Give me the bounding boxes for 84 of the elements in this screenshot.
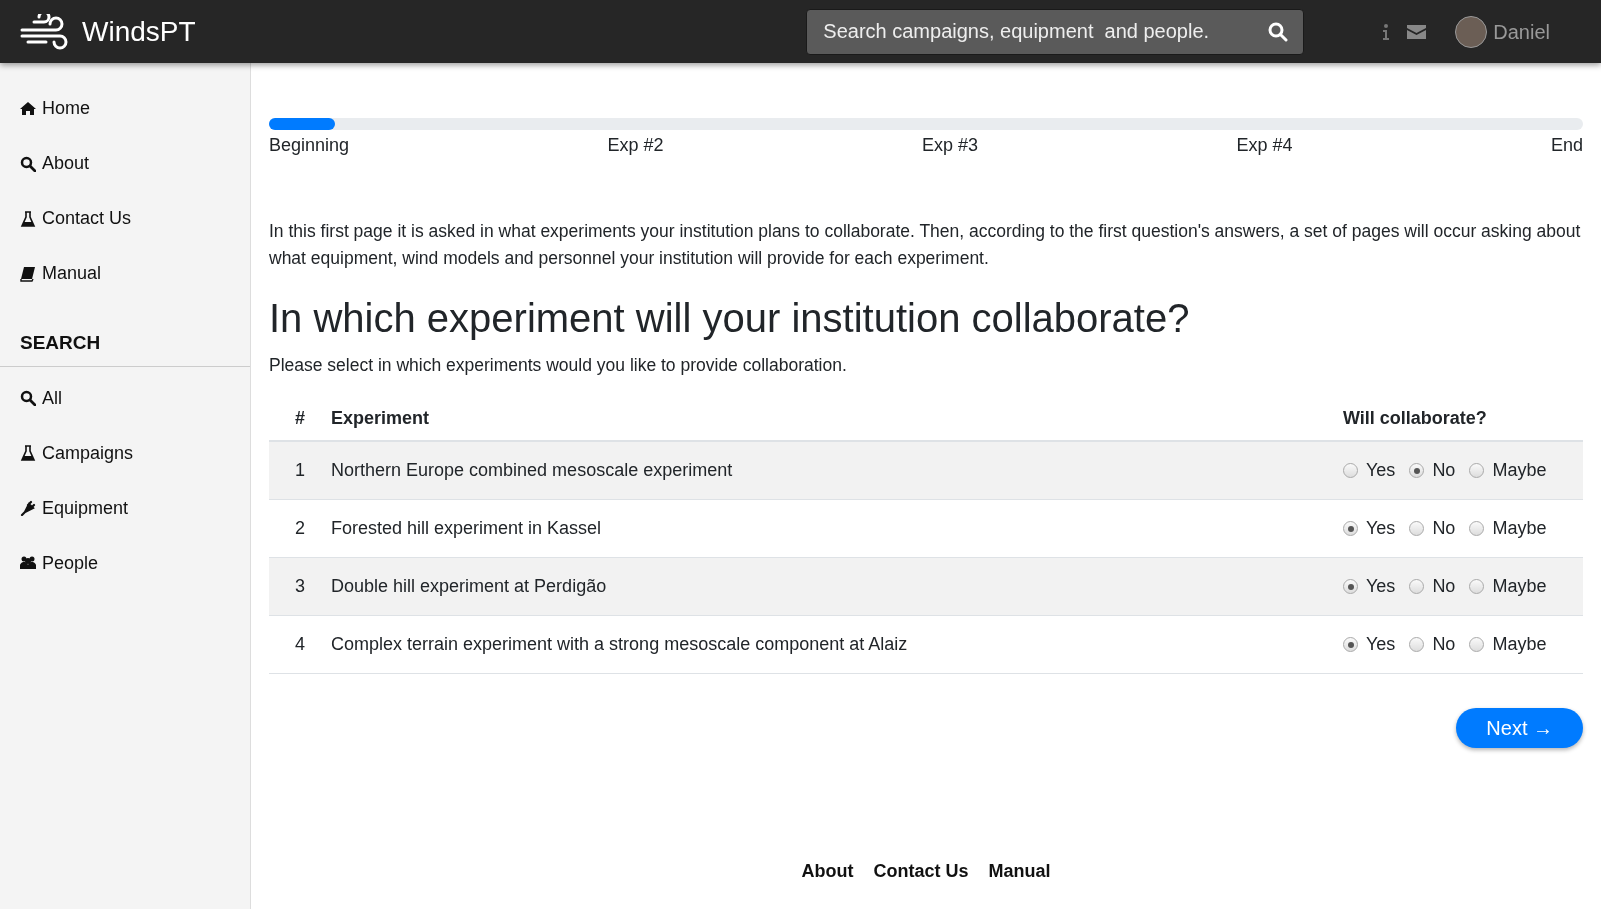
radio-button[interactable] (1469, 637, 1485, 653)
next-button[interactable]: Next → (1456, 708, 1583, 749)
info-icon[interactable] (1383, 23, 1390, 40)
radio-option[interactable]: Maybe (1469, 457, 1547, 485)
radio-option[interactable]: Maybe (1469, 573, 1547, 601)
people-icon (20, 555, 36, 571)
avatar[interactable] (1455, 15, 1488, 48)
footer-link[interactable]: Contact Us (873, 858, 969, 885)
radio-option[interactable]: No (1409, 573, 1456, 601)
table-cell-text: Forested hill experiment in Kassel (331, 517, 603, 541)
table-cell-text: Complex terrain experiment with a strong mesoscale component at Alaiz (331, 633, 909, 657)
instruction-text: Please select in which experiments would you like to provide collaboration. (269, 354, 848, 377)
radio-button[interactable] (1343, 637, 1358, 653)
table-cell-text: 2 (294, 517, 306, 541)
page-heading: In which experiment will your institution collaborate? (269, 295, 1191, 342)
sidebar-item[interactable]: All (0, 370, 250, 426)
sidebar-item[interactable]: Equipment (0, 480, 250, 536)
radio-button[interactable] (1409, 579, 1425, 595)
flask-icon (20, 445, 36, 461)
column-header: Will collaborate? (1343, 406, 1488, 430)
radio-label: Maybe (1492, 459, 1547, 483)
footer-link[interactable]: Manual (988, 858, 1051, 885)
search-field[interactable]: Search campaigns, equipment and people. (806, 8, 1305, 55)
radio-label: Yes (1366, 633, 1396, 657)
radio-option[interactable]: Maybe (1469, 515, 1547, 543)
book-icon (20, 265, 36, 282)
sidebar-item[interactable]: Manual (0, 246, 250, 301)
sidebar-item[interactable]: About (0, 136, 250, 191)
brand-name[interactable]: WindsPT (82, 10, 196, 53)
radio-label: No (1432, 575, 1456, 599)
radio-option[interactable]: Yes (1343, 457, 1396, 485)
column-header: # (294, 406, 306, 430)
home-icon (20, 100, 36, 117)
progress-step-label: Beginning (269, 134, 350, 157)
radio-option[interactable]: No (1409, 457, 1456, 485)
footer-link[interactable]: About (801, 858, 854, 885)
search-icon (20, 390, 36, 406)
radio-label: No (1432, 633, 1456, 657)
radio-button[interactable] (1469, 521, 1485, 537)
intro-paragraph: In this first page it is asked in what experiments your institution plans to collaborate. Then, according to the first question's answers, a set of pages will occur asking about what equipment, wind models and personnel your institution will provide for each experiment. (269, 220, 1582, 270)
radio-label: Yes (1366, 517, 1396, 541)
radio-option[interactable]: Yes (1343, 515, 1396, 543)
table-cell-text: 1 (294, 459, 306, 483)
sidebar-item[interactable]: Contact Us (0, 191, 250, 246)
radio-button[interactable] (1409, 637, 1425, 653)
radio-button[interactable] (1469, 463, 1485, 479)
table-cell-text: Double hill experiment at Perdigão (331, 575, 608, 599)
radio-button[interactable] (1343, 521, 1358, 537)
progress-step-label: Exp #4 (1236, 134, 1293, 157)
radio-label: Maybe (1492, 517, 1547, 541)
radio-label: Yes (1366, 459, 1396, 483)
table-cell-text: 4 (294, 633, 306, 657)
plug-icon (20, 500, 36, 516)
radio-label: Yes (1366, 575, 1396, 599)
radio-button[interactable] (1343, 463, 1358, 479)
radio-label: Maybe (1492, 575, 1547, 599)
user-name[interactable]: Daniel (1493, 16, 1550, 47)
radio-option[interactable]: No (1409, 631, 1456, 659)
progress-step-label: Exp #2 (607, 134, 664, 157)
progress-step-label: End (1550, 134, 1583, 157)
radio-label: Maybe (1492, 633, 1547, 657)
radio-label: No (1432, 459, 1456, 483)
sidebar-item[interactable]: Home (0, 81, 250, 136)
sidebar-section-heading: SEARCH (0, 329, 250, 367)
search-icon[interactable] (1268, 21, 1289, 42)
table-cell-text: 3 (294, 575, 306, 599)
radio-label: No (1432, 517, 1456, 541)
radio-button[interactable] (1469, 579, 1485, 595)
flask-icon (20, 210, 36, 227)
column-header: Experiment (331, 406, 431, 430)
radio-button[interactable] (1409, 521, 1425, 537)
radio-option[interactable]: Maybe (1469, 631, 1547, 659)
sidebar-item[interactable]: Campaigns (0, 425, 250, 481)
progress-step-label: Exp #3 (922, 134, 979, 157)
mail-icon[interactable] (1407, 24, 1427, 39)
radio-button[interactable] (1409, 463, 1425, 479)
radio-option[interactable]: Yes (1343, 631, 1396, 659)
radio-option[interactable]: Yes (1343, 573, 1396, 601)
table-cell-text: Northern Europe combined mesoscale experiment (331, 459, 734, 483)
wind-logo-icon (20, 13, 70, 50)
radio-option[interactable]: No (1409, 515, 1456, 543)
search-icon (20, 155, 36, 172)
sidebar-item[interactable]: People (0, 535, 250, 591)
radio-button[interactable] (1343, 579, 1358, 595)
